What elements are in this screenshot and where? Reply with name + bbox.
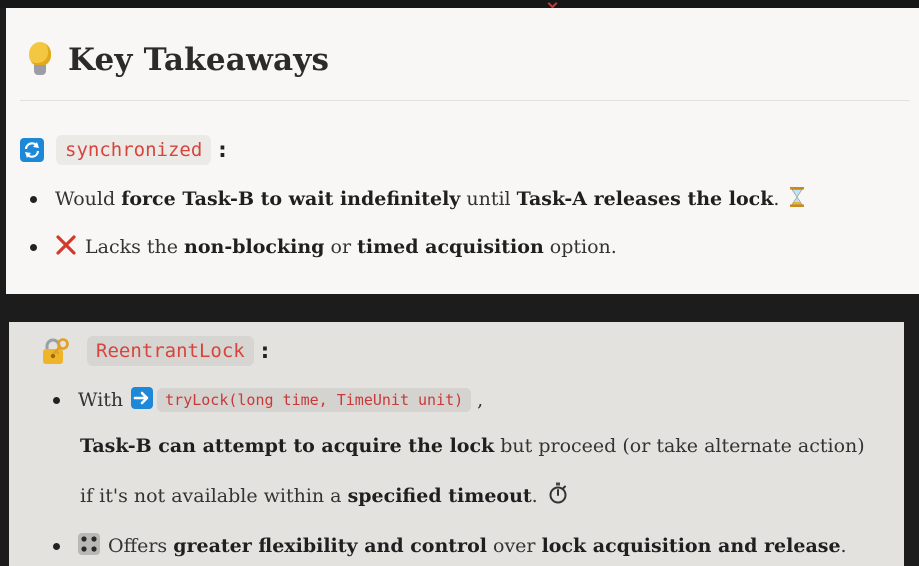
bold-text: Task-B can attempt to acquire the lock xyxy=(80,435,495,457)
title-row: Key Takeaways xyxy=(26,36,329,84)
bold-text: Task-A releases the lock xyxy=(516,188,774,210)
reentrantlock-heading: ReentrantLock : xyxy=(41,336,269,366)
bullet-dot xyxy=(53,396,60,404)
text: . xyxy=(773,188,780,210)
takeaways-card-reentrantlock: ReentrantLock : With tryLock(long time, … xyxy=(9,322,904,566)
bullet-dot xyxy=(53,542,60,550)
text: , xyxy=(477,389,484,411)
sync-bullet-1: Would force Task-B to wait indefinitely … xyxy=(30,186,805,212)
synchronized-heading: synchronized : xyxy=(20,135,227,165)
text: option. xyxy=(543,236,617,258)
heading-colon: : xyxy=(260,339,270,363)
bullet-dot xyxy=(30,195,37,203)
sync-bullet-2: Lacks the non-blocking or timed acquisit… xyxy=(30,234,617,260)
synchronized-code-label: synchronized xyxy=(56,135,212,165)
dice-icon xyxy=(78,532,100,560)
page-title: Key Takeaways xyxy=(68,42,330,78)
reentrant-bullet-1: With tryLock(long time, TimeUnit unit) , xyxy=(53,386,483,414)
bold-text: specified timeout xyxy=(347,484,532,507)
right-arrow-icon xyxy=(131,386,154,414)
stopwatch-icon xyxy=(548,482,568,509)
cross-mark-icon xyxy=(55,234,77,261)
trylock-code: tryLock(long time, TimeUnit unit) xyxy=(157,388,472,412)
bold-text: lock acquisition and release xyxy=(541,535,841,557)
text: With xyxy=(78,389,124,411)
text: . xyxy=(840,535,847,557)
text: if it's not available within a xyxy=(80,484,348,507)
text: or xyxy=(324,236,358,258)
takeaways-card-synchronized: Key Takeaways synchronized : Would force… xyxy=(6,8,919,294)
bold-text: non-blocking xyxy=(184,236,325,258)
bullet-dot xyxy=(30,243,37,251)
heading-colon: : xyxy=(218,138,227,162)
refresh-icon xyxy=(20,138,44,162)
locked-with-key-icon xyxy=(41,336,71,366)
text: but proceed (or take alternate action) xyxy=(494,435,865,457)
reentrant-bullet-2: Offers greater flexibility and control o… xyxy=(53,532,847,560)
bold-text: force Task-B to wait indefinitely xyxy=(121,188,461,210)
reentrant-line-2: Task-B can attempt to acquire the lock b… xyxy=(80,435,865,457)
title-divider xyxy=(20,100,910,101)
text: Lacks the xyxy=(85,236,185,258)
text: Offers xyxy=(108,535,174,557)
text: Would xyxy=(55,188,122,210)
reentrant-line-3: if it's not available within a specified… xyxy=(80,482,568,509)
bold-text: greater flexibility and control xyxy=(173,535,487,557)
reentrantlock-code-label: ReentrantLock xyxy=(87,336,254,366)
lightbulb-icon xyxy=(26,40,54,80)
video-top-strip xyxy=(0,0,919,8)
hourglass-icon xyxy=(789,186,805,213)
text: . xyxy=(531,484,538,507)
text: over xyxy=(486,535,542,557)
text: until xyxy=(460,188,517,210)
bold-text: timed acquisition xyxy=(357,236,544,258)
